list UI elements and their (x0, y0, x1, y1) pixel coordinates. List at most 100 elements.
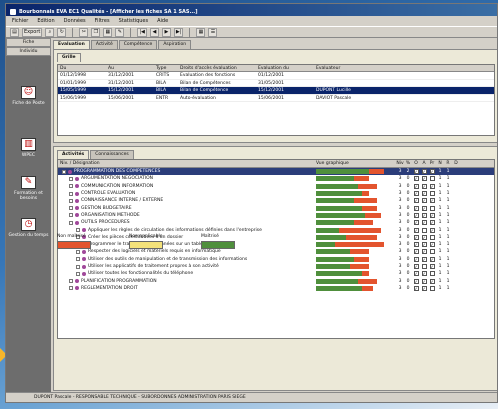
column-header[interactable]: Au (106, 65, 154, 71)
row-checkbox[interactable]: ✓ (413, 264, 419, 269)
column-header[interactable]: Niv. / Désignation (58, 160, 316, 167)
expand-icon[interactable] (69, 184, 73, 189)
row-checkbox[interactable] (421, 227, 427, 233)
row-checkbox[interactable]: ✓ (413, 176, 419, 182)
row-checkbox[interactable]: ✓ (413, 220, 419, 226)
menu-item[interactable]: Edition (37, 18, 54, 24)
tree-row[interactable]: OUTILS PROCEDURES 3 0 ✓ ✓ ✓ 1 1 (58, 219, 494, 226)
column-header[interactable]: R (444, 160, 452, 167)
expand-icon[interactable] (76, 228, 80, 233)
column-header[interactable]: Vue graphique (316, 160, 396, 167)
row-checkbox[interactable]: ✓ (429, 227, 435, 233)
row-checkbox[interactable]: ✓ (421, 278, 427, 284)
row-checkbox[interactable]: ✓ (421, 169, 427, 175)
table-row[interactable]: 15/06/1999 15/06/2001 ENTR Auto-évaluation 1… (58, 95, 494, 102)
expand-icon[interactable] (69, 286, 73, 291)
row-checkbox[interactable]: ✓ (421, 220, 427, 226)
row-checkbox[interactable]: ✓ (421, 271, 427, 277)
tree-row[interactable]: PLANIFICATION PROGRAMMATION 3 0 ✓ ✓ ✓ 1 1 (58, 277, 494, 284)
expand-icon[interactable] (76, 257, 80, 262)
copy-icon[interactable]: ❐ (91, 27, 101, 37)
row-checkbox[interactable]: ✓ (413, 212, 419, 218)
row-checkbox[interactable]: ✓ (421, 176, 427, 182)
list-icon[interactable]: ☰ (208, 27, 218, 37)
column-header[interactable]: N (436, 160, 444, 167)
outlook-item-formation[interactable]: ✎ Formation et besoins (6, 176, 51, 201)
expand-icon[interactable] (69, 206, 73, 211)
table-row[interactable]: 01/12/1998 31/12/2001 CRITS Evaluation des … (58, 72, 494, 80)
prev-record-icon[interactable]: ◀ (149, 27, 159, 37)
tab-connaissances[interactable]: Connaissances (90, 150, 134, 159)
row-checkbox[interactable]: ✓ (421, 183, 427, 189)
column-header[interactable]: A (420, 160, 428, 167)
row-checkbox[interactable] (429, 285, 435, 291)
tree-row[interactable]: CONNAISSANCE INTERNE / EXTERNE 3 0 ✓ ✓ ✓ 1 1 (58, 197, 494, 204)
tools-icon[interactable]: ✎ (115, 27, 125, 37)
expand-icon[interactable] (76, 264, 80, 269)
column-header[interactable]: O (412, 160, 420, 167)
tree-row[interactable]: REGLEMENTATION DROIT 3 0 ✓ ✓ 1 1 (58, 285, 494, 292)
grid-icon[interactable]: ▦ (196, 27, 206, 37)
next-record-icon[interactable]: ▶ (161, 27, 171, 37)
outlook-header-individu[interactable]: Individu (6, 47, 51, 56)
cut-icon[interactable]: ✂ (79, 27, 89, 37)
row-checkbox[interactable]: ✓ (429, 242, 435, 248)
tab-evaluation[interactable]: Evaluation (53, 40, 90, 49)
expand-icon[interactable] (69, 198, 73, 203)
row-checkbox[interactable]: ✓ (421, 242, 427, 248)
tab-aspiration[interactable]: Aspiration (158, 40, 192, 49)
menu-item[interactable]: Filtres (95, 18, 110, 24)
tree-row[interactable]: CONTROLE EVALUATION 3 0 ✓ ✓ 1 1 (58, 190, 494, 197)
row-checkbox[interactable]: ✓ (413, 271, 419, 277)
row-checkbox[interactable]: ✓ (413, 191, 419, 197)
outlook-item-temps[interactable]: ◷ Gestion du temps (6, 218, 51, 238)
print-icon[interactable]: ▤ (10, 27, 19, 37)
column-header[interactable]: Du (58, 65, 106, 71)
row-checkbox[interactable]: ✓ (413, 242, 419, 248)
row-checkbox[interactable] (421, 264, 427, 269)
row-checkbox[interactable] (429, 191, 435, 197)
table-row[interactable]: 15/05/1999 15/12/2001 BILA Bilan de Compéte… (58, 87, 494, 95)
row-checkbox[interactable]: ✓ (413, 278, 419, 284)
row-checkbox[interactable]: ✓ (413, 183, 419, 189)
tab-activites[interactable]: Activités (57, 150, 90, 159)
tree-row[interactable]: ORGANISATION METHODE 3 0 ✓ ✓ ✓ 1 1 (58, 212, 494, 219)
tree-row[interactable]: Utiliser des outils de manipulation et d… (58, 256, 494, 263)
column-header[interactable]: % (404, 160, 412, 167)
expand-icon[interactable] (69, 191, 73, 196)
row-checkbox[interactable]: ✓ (429, 198, 435, 204)
tree-row[interactable]: Appliquer les règles de circulation des … (58, 226, 494, 233)
expand-icon[interactable] (69, 213, 73, 218)
row-checkbox[interactable] (429, 249, 435, 255)
row-checkbox[interactable]: ✓ (429, 220, 435, 226)
row-checkbox[interactable]: ✓ (413, 169, 419, 175)
row-checkbox[interactable]: ✓ (413, 227, 419, 233)
row-checkbox[interactable]: ✓ (429, 264, 435, 269)
expand-icon[interactable] (69, 176, 73, 181)
tab-grille[interactable]: Grille (57, 53, 81, 62)
tree-row[interactable]: Utiliser les applicatifs de traitement p… (58, 263, 494, 270)
tree-row[interactable]: PROGRAMMATION DES COMPETENCES 3 2 ✓ ✓ ✓ 1 1 (58, 168, 494, 176)
column-header[interactable]: Type (154, 65, 178, 71)
last-record-icon[interactable]: ▶| (173, 27, 184, 37)
menu-item[interactable]: Aide (157, 18, 168, 24)
row-checkbox[interactable]: ✓ (429, 212, 435, 218)
refresh-icon[interactable]: ↻ (57, 27, 67, 37)
row-checkbox[interactable]: ✓ (413, 249, 419, 255)
paste-icon[interactable]: ▦ (103, 27, 113, 37)
tree-row[interactable]: Respecter des logiciels et matériels req… (58, 248, 494, 255)
row-checkbox[interactable]: ✓ (429, 256, 435, 262)
column-header[interactable]: Niv (396, 160, 404, 167)
row-checkbox[interactable]: ✓ (421, 256, 427, 262)
tree-row[interactable]: GESTION BUDGETAIRE 3 0 ✓ ✓ 1 1 (58, 204, 494, 211)
row-checkbox[interactable]: ✓ (429, 169, 435, 175)
expand-icon[interactable] (69, 279, 73, 284)
export-button[interactable]: Export (22, 27, 43, 37)
menu-item[interactable]: Données (64, 18, 86, 24)
column-header[interactable]: Pr (428, 160, 436, 167)
row-checkbox[interactable]: ✓ (421, 205, 427, 211)
tree-row[interactable]: Utiliser toutes les fonctionnalités du t… (58, 270, 494, 277)
expand-icon[interactable] (76, 271, 80, 276)
column-header[interactable]: D (452, 160, 460, 167)
menu-item[interactable]: Statistiques (119, 18, 149, 24)
